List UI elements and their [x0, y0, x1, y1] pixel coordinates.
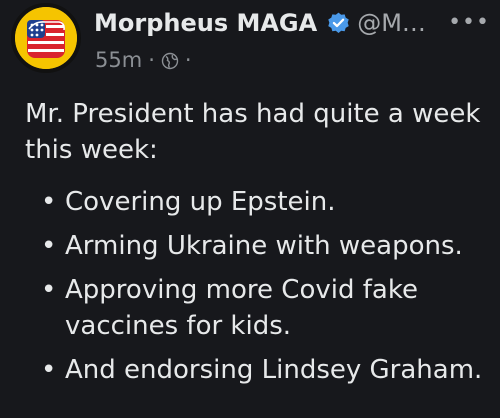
separator-dot: ·: [148, 48, 155, 72]
avatar[interactable]: [11, 3, 81, 73]
post-intro-text: Mr. President has had quite a week this …: [25, 99, 481, 165]
bullet-list: • Covering up Epstein. • Arming Ukraine …: [25, 184, 490, 388]
bullet-icon: •: [41, 275, 57, 305]
list-item: • And endorsing Lindsey Graham.: [41, 352, 490, 388]
bullet-icon: •: [41, 231, 57, 261]
list-item: • Approving more Covid fake vaccines for…: [41, 272, 490, 344]
list-item: • Arming Ukraine with weapons.: [41, 228, 490, 264]
verified-badge-icon[interactable]: [326, 11, 351, 36]
author-handle[interactable]: @M…: [357, 9, 426, 37]
separator-dot: ·: [184, 48, 192, 72]
post-header: Morpheus MAGA @M… ••• 55m · ·: [0, 0, 500, 80]
list-item-text: And endorsing Lindsey Graham.: [65, 355, 483, 385]
bullet-icon: •: [41, 355, 57, 385]
more-options-icon[interactable]: •••: [448, 10, 490, 35]
author-row: Morpheus MAGA @M…: [94, 6, 426, 40]
post-meta: 55m · ·: [95, 48, 198, 72]
timestamp[interactable]: 55m: [95, 48, 142, 72]
list-item-text: Arming Ukraine with weapons.: [65, 231, 463, 261]
author-name[interactable]: Morpheus MAGA: [94, 9, 317, 37]
list-item-text: Approving more Covid fake vaccines for k…: [65, 275, 418, 341]
american-flag-fist-icon: [15, 7, 77, 69]
globe-icon: [161, 51, 179, 70]
post-body: Mr. President has had quite a week this …: [25, 96, 490, 396]
list-item: • Covering up Epstein.: [41, 184, 490, 220]
bullet-icon: •: [41, 187, 57, 217]
list-item-text: Covering up Epstein.: [65, 187, 336, 217]
